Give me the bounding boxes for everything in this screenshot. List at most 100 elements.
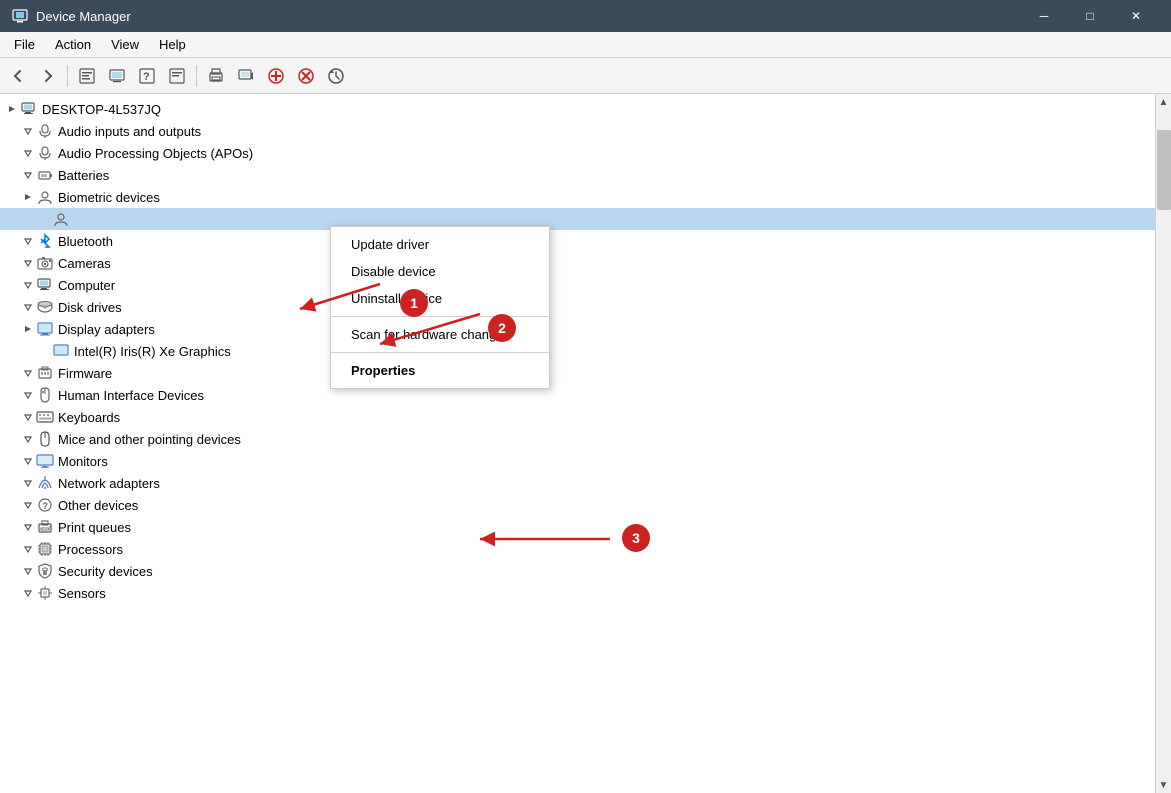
tree-item-sensors[interactable]: Sensors [0,582,1155,604]
tree-item-processors[interactable]: Processors [0,538,1155,560]
help-button[interactable]: ? [133,62,161,90]
expand-other[interactable] [20,497,36,513]
device-manager-button[interactable] [103,62,131,90]
label-cameras: Cameras [58,256,111,271]
menu-action[interactable]: Action [45,35,101,54]
tree-item-other[interactable]: ? Other devices [0,494,1155,516]
expand-keyboards[interactable] [20,409,36,425]
minimize-button[interactable]: ─ [1021,0,1067,32]
tree-item-bluetooth[interactable]: Bluetooth [0,230,1155,252]
menu-bar: File Action View Help [0,32,1171,58]
expand-hid[interactable] [20,387,36,403]
toolbar-sep-2 [196,65,197,87]
tree-item-audio-processing[interactable]: Audio Processing Objects (APOs) [0,142,1155,164]
tree-item-network[interactable]: Network adapters [0,472,1155,494]
tree-item-monitors[interactable]: Monitors [0,450,1155,472]
expand-monitors[interactable] [20,453,36,469]
label-network: Network adapters [58,476,160,491]
expand-root[interactable] [4,101,20,117]
svg-text:?: ? [143,71,150,83]
expand-processors[interactable] [20,541,36,557]
expand-computer[interactable] [20,277,36,293]
tree-item-display-adapters[interactable]: Display adapters [0,318,1155,340]
menu-file[interactable]: File [4,35,45,54]
collapse-button[interactable] [163,62,191,90]
icon-bluetooth [36,232,54,250]
back-button[interactable] [4,62,32,90]
icon-audio-inputs [36,122,54,140]
toolbar: ? [0,58,1171,94]
menu-view[interactable]: View [101,35,149,54]
context-menu-sep-1 [331,316,549,317]
tree-item-audio-inputs[interactable]: Audio inputs and outputs [0,120,1155,142]
tree-item-intel-graphics[interactable]: Intel(R) Iris(R) Xe Graphics [0,340,1155,362]
tree-item-root[interactable]: DESKTOP-4L537JQ [0,98,1155,120]
icon-firmware [36,364,54,382]
scrollbar-thumb[interactable] [1157,130,1171,210]
expand-audio-inputs[interactable] [20,123,36,139]
context-menu-uninstall-device[interactable]: Uninstall device [331,285,549,312]
expand-display-adapters[interactable] [20,321,36,337]
expand-print-queues[interactable] [20,519,36,535]
expand-cameras[interactable] [20,255,36,271]
expand-sensors[interactable] [20,585,36,601]
tree-item-batteries[interactable]: Batteries [0,164,1155,186]
expand-security[interactable] [20,563,36,579]
tree-item-biometric[interactable]: Biometric devices [0,186,1155,208]
expand-firmware[interactable] [20,365,36,381]
context-menu-disable-device[interactable]: Disable device [331,258,549,285]
label-computer: Computer [58,278,115,293]
tree-item-keyboards[interactable]: Keyboards [0,406,1155,428]
properties-button[interactable] [73,62,101,90]
icon-processors [36,540,54,558]
label-keyboards: Keyboards [58,410,120,425]
context-menu-properties[interactable]: Properties [331,357,549,384]
tree-item-biometric-child[interactable] [0,208,1155,230]
label-print-queues: Print queues [58,520,131,535]
icon-audio-processing [36,144,54,162]
label-mice: Mice and other pointing devices [58,432,241,447]
tree-item-cameras[interactable]: Cameras [0,252,1155,274]
scrollbar-down-arrow[interactable]: ▼ [1157,777,1171,793]
context-menu-scan-hardware[interactable]: Scan for hardware changes [331,321,549,348]
context-menu: Update driver Disable device Uninstall d… [330,226,550,389]
expand-bluetooth[interactable] [20,233,36,249]
label-audio-inputs: Audio inputs and outputs [58,124,201,139]
scrollbar[interactable]: ▲ ▼ [1155,94,1171,793]
expand-disk-drives[interactable] [20,299,36,315]
tree-item-security[interactable]: Security devices [0,560,1155,582]
icon-biometric [36,188,54,206]
print-button[interactable] [202,62,230,90]
expand-network[interactable] [20,475,36,491]
tree-item-computer[interactable]: Computer [0,274,1155,296]
icon-display-adapters [36,320,54,338]
context-menu-update-driver[interactable]: Update driver [331,231,549,258]
tree-item-firmware[interactable]: Firmware [0,362,1155,384]
expand-biometric-child[interactable] [36,211,52,227]
icon-intel-graphics [52,342,70,360]
svg-text:?: ? [43,501,49,511]
tree-item-hid[interactable]: Human Interface Devices [0,384,1155,406]
expand-intel-graphics[interactable] [36,343,52,359]
tree-item-disk-drives[interactable]: Disk drives [0,296,1155,318]
tree-item-mice[interactable]: Mice and other pointing devices [0,428,1155,450]
scan-monitor-button[interactable] [232,62,260,90]
icon-keyboards [36,408,54,426]
scan-hardware-button[interactable] [322,62,350,90]
uninstall-button[interactable] [292,62,320,90]
tree-item-print-queues[interactable]: Print queues [0,516,1155,538]
expand-batteries[interactable] [20,167,36,183]
label-display-adapters: Display adapters [58,322,155,337]
context-menu-sep-2 [331,352,549,353]
menu-help[interactable]: Help [149,35,196,54]
expand-audio-processing[interactable] [20,145,36,161]
scrollbar-up-arrow[interactable]: ▲ [1157,94,1171,110]
close-button[interactable]: ✕ [1113,0,1159,32]
expand-biometric[interactable] [20,189,36,205]
update-driver-button[interactable] [262,62,290,90]
label-bluetooth: Bluetooth [58,234,113,249]
icon-batteries [36,166,54,184]
forward-button[interactable] [34,62,62,90]
expand-mice[interactable] [20,431,36,447]
maximize-button[interactable]: □ [1067,0,1113,32]
